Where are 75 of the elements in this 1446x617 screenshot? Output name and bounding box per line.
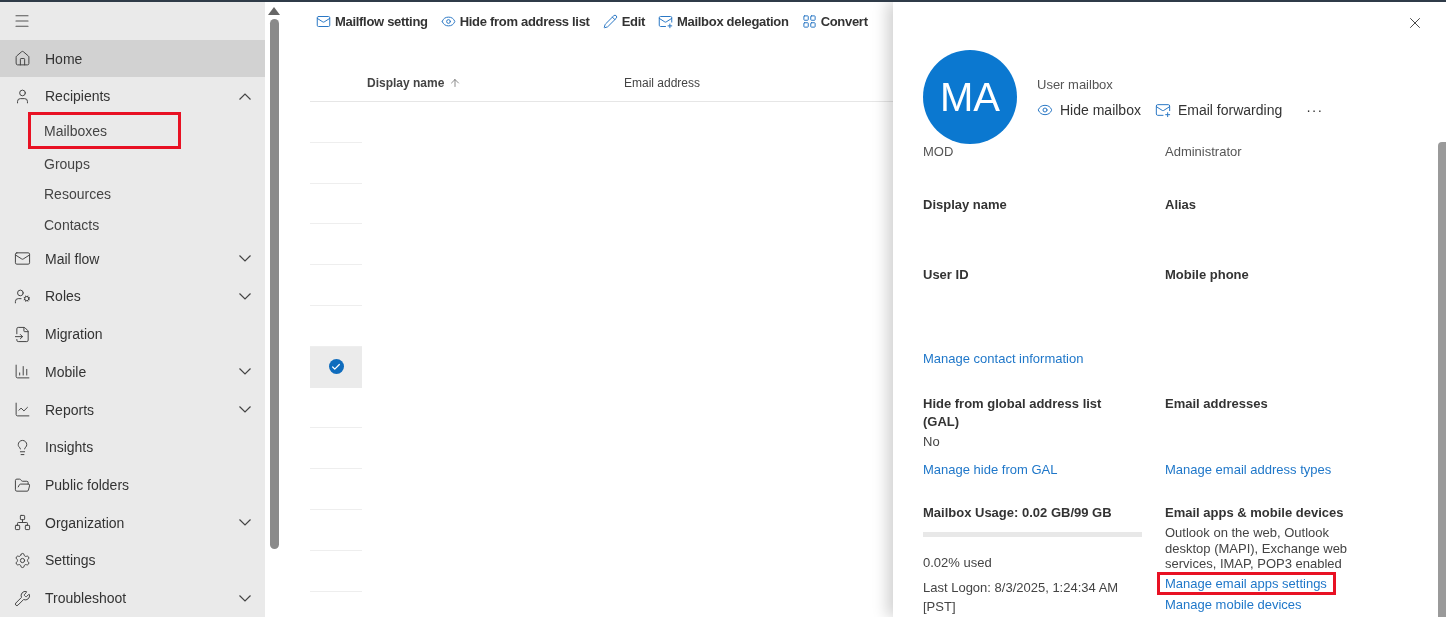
nav-item[interactable]: Insights	[0, 428, 265, 467]
section-value: Outlook on the web, Outlook desktop (MAPI), Exchange web services, IMAP, POP3 enabled	[1165, 525, 1349, 572]
nav-item[interactable]: Mobile	[0, 353, 265, 391]
nav-icon	[14, 589, 31, 607]
chevron-down-icon[interactable]	[239, 368, 251, 376]
nav-icon	[14, 250, 31, 268]
nav-icon	[14, 87, 31, 105]
field-label: Display name	[923, 196, 1008, 214]
toolbar-icon	[801, 13, 817, 29]
usage-percent: 0.02% used	[923, 554, 993, 572]
row-select-cell[interactable]	[310, 346, 362, 388]
nav-icon	[14, 50, 31, 68]
field-label: User ID	[923, 266, 970, 284]
manage-link[interactable]: Manage email address types	[1165, 462, 1332, 478]
manage-contact-link[interactable]: Manage contact information	[923, 351, 1084, 367]
toolbar-button[interactable]: Edit	[602, 13, 645, 29]
toolbar-icon	[602, 13, 618, 29]
nav-item[interactable]: Roles	[0, 277, 265, 316]
manage-link[interactable]: Manage hide from GAL	[923, 462, 1058, 478]
mailbox-type: User mailbox	[1037, 76, 1114, 92]
nav-subitem[interactable]: Contacts	[28, 209, 181, 240]
avatar: MA	[923, 50, 1017, 144]
chevron-down-icon[interactable]	[239, 406, 251, 414]
field-label: Alias	[1165, 196, 1198, 214]
nav-item[interactable]: Home	[0, 39, 265, 78]
nav-subitem[interactable]: Mailboxes	[28, 112, 181, 149]
nav-item[interactable]: Reports	[0, 390, 265, 429]
nav-icon	[14, 514, 31, 532]
nav-icon	[14, 551, 31, 569]
nav-item[interactable]: Public folders	[0, 466, 265, 504]
column-header[interactable]: Display name	[367, 64, 624, 101]
section-label: Email apps & mobile devices	[1165, 504, 1345, 522]
chevron-down-icon[interactable]	[239, 519, 251, 527]
panel-action[interactable]: Email forwarding	[1154, 101, 1283, 118]
toolbar-button[interactable]: Convert	[801, 13, 868, 29]
panel-action[interactable]: Hide mailbox	[1037, 101, 1141, 118]
field-value: MOD	[923, 145, 954, 159]
more-button[interactable]: ···	[1296, 101, 1324, 118]
toolbar-button[interactable]: Mailbox delegation	[658, 13, 789, 29]
toolbar-icon	[440, 13, 456, 29]
toolbar-icon	[658, 13, 673, 29]
nav-item[interactable]: Mail flow	[0, 239, 265, 278]
nav-item[interactable]: Settings	[0, 541, 265, 580]
field-label: Mobile phone	[1165, 266, 1250, 284]
nav-icon	[14, 476, 31, 494]
chevron-down-icon[interactable]	[239, 255, 251, 263]
section-label: Mailbox Usage: 0.02 GB/99 GB	[923, 504, 1113, 522]
nav-icon	[14, 325, 31, 343]
column-header[interactable]: Email address	[624, 64, 824, 101]
toolbar-icon	[316, 13, 331, 29]
section-label: Email addresses	[1165, 395, 1269, 413]
chevron-down-icon[interactable]	[239, 292, 251, 300]
chevron-up-icon[interactable]	[239, 92, 251, 100]
last-logon: Last Logon: 8/3/2025, 1:24:34 AM [PST]	[923, 579, 1120, 616]
chevron-down-icon[interactable]	[239, 594, 251, 602]
nav-icon	[14, 287, 31, 305]
scrollbar-thumb[interactable]	[269, 19, 279, 549]
nav-item[interactable]: Migration	[0, 315, 265, 353]
section-label: Hide from global address list (GAL)	[923, 395, 1103, 431]
mail-icon	[1154, 101, 1171, 118]
nav-item[interactable]: Troubleshoot	[0, 579, 265, 617]
toolbar-button[interactable]: Mailflow setting	[316, 13, 428, 29]
nav-icon	[14, 401, 31, 419]
nav-subitem[interactable]: Resources	[28, 179, 181, 210]
panel-scrollbar[interactable]	[1438, 142, 1446, 617]
nav-icon	[14, 363, 31, 381]
section-value: No	[923, 434, 941, 450]
toolbar-button[interactable]: Hide from address list	[440, 13, 590, 29]
sort-arrow-icon	[449, 76, 462, 89]
manage-link[interactable]: Manage email apps settings	[1157, 571, 1336, 595]
nav-subitem[interactable]: Groups	[28, 148, 181, 180]
manage-link[interactable]: Manage mobile devices	[1165, 596, 1302, 613]
field-value: Administrator	[1165, 145, 1242, 159]
check-icon	[328, 359, 344, 375]
nav-item[interactable]: Organization	[0, 503, 265, 542]
